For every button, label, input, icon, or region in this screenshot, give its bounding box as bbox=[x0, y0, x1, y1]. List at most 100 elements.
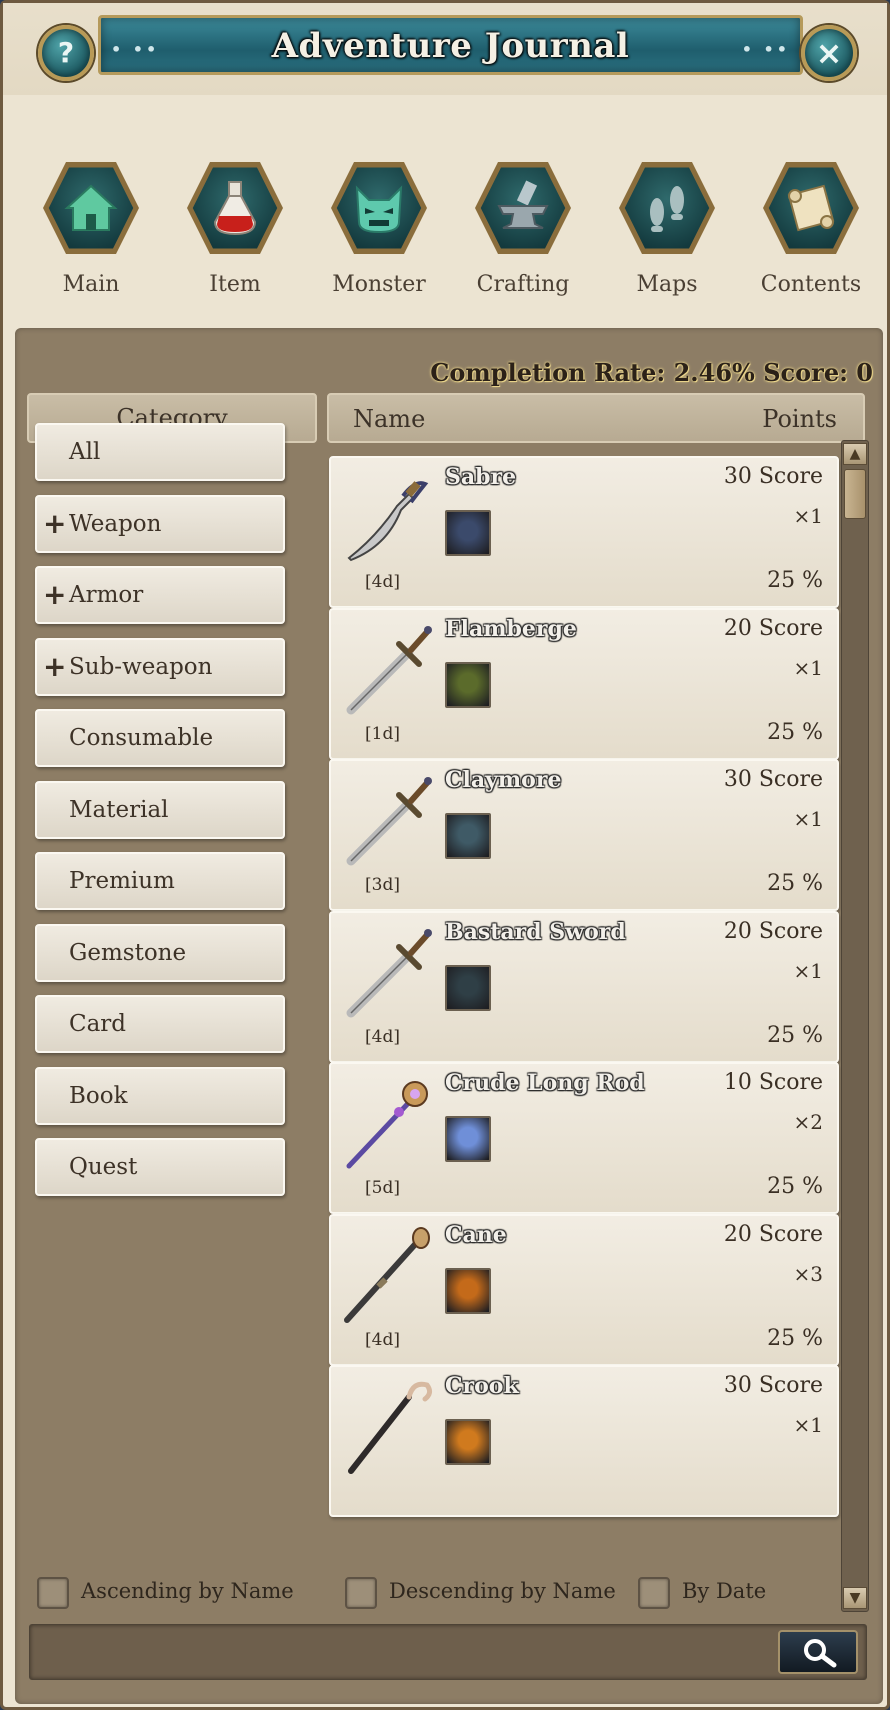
category-label: Book bbox=[69, 1082, 128, 1109]
expand-plus-icon[interactable]: + bbox=[43, 497, 66, 551]
item-score: 30 Score bbox=[723, 767, 823, 792]
sort-descending-label: Descending by Name bbox=[389, 1579, 616, 1603]
category-button-quest[interactable]: Quest bbox=[35, 1138, 285, 1196]
category-button-card[interactable]: Card bbox=[35, 995, 285, 1053]
nav-label: Contents bbox=[760, 272, 862, 297]
help-button[interactable]: ? bbox=[38, 25, 94, 81]
nav-hex-frame bbox=[331, 162, 427, 254]
anvil-icon bbox=[497, 180, 549, 229]
sword-weapon-icon bbox=[337, 921, 437, 1021]
item-card[interactable]: Claymore 30 Score ×1 [3d] 25 % bbox=[329, 759, 839, 911]
item-name: Bastard Sword bbox=[445, 918, 626, 945]
item-quantity: ×2 bbox=[793, 1110, 823, 1134]
category-label: Material bbox=[69, 796, 169, 823]
nav-monster[interactable]: Monster bbox=[319, 158, 439, 297]
nav-hex-frame bbox=[187, 162, 283, 254]
search-bar bbox=[29, 1624, 867, 1680]
item-name: Sabre bbox=[445, 464, 517, 490]
nav-hex-frame bbox=[763, 162, 859, 254]
category-button-all[interactable]: All bbox=[35, 423, 285, 481]
scroll-up-button[interactable]: ▲ bbox=[843, 443, 867, 465]
monster-portrait-icon[interactable] bbox=[445, 510, 491, 556]
item-quantity: ×1 bbox=[793, 655, 823, 680]
item-quantity: ×3 bbox=[793, 1261, 823, 1286]
sort-by-date-label: By Date bbox=[682, 1579, 767, 1603]
category-button-material[interactable]: Material bbox=[35, 780, 285, 839]
category-button-gemstone[interactable]: Gemstone bbox=[35, 923, 285, 982]
monster-portrait-icon[interactable] bbox=[445, 964, 491, 1011]
nav-hex-frame bbox=[475, 162, 571, 254]
category-label: Armor bbox=[69, 582, 144, 608]
footprints-icon bbox=[650, 186, 684, 232]
nav-item[interactable]: Item bbox=[175, 158, 295, 297]
category-label: Premium bbox=[69, 868, 175, 894]
name-column-header[interactable]: Name bbox=[353, 405, 425, 433]
sword-weapon-icon bbox=[337, 618, 437, 718]
category-label: Weapon bbox=[69, 510, 162, 537]
search-button[interactable] bbox=[778, 1630, 858, 1674]
item-score: 30 Score bbox=[723, 1373, 823, 1398]
item-score: 20 Score bbox=[723, 615, 823, 641]
search-input[interactable] bbox=[36, 1631, 796, 1673]
item-score: 30 Score bbox=[723, 464, 823, 489]
item-duration: [4d] bbox=[365, 1329, 400, 1350]
category-button-sub-weapon[interactable]: + Sub-weapon bbox=[35, 637, 285, 696]
sort-by-date-checkbox[interactable] bbox=[638, 1577, 670, 1609]
journal-panel: Completion Rate: 2.46% Score: 0 Category… bbox=[15, 328, 883, 1704]
nav-main[interactable]: Main bbox=[31, 158, 151, 297]
sabre-weapon-icon bbox=[337, 466, 437, 566]
sword-weapon-icon bbox=[337, 769, 437, 869]
nav-label: Monster bbox=[332, 272, 426, 297]
nav-hex-frame bbox=[619, 162, 715, 254]
completion-stats: Completion Rate: 2.46% Score: 0 bbox=[430, 358, 873, 387]
item-list: Sabre 30 Score ×1 [4d] 25 % Flamberge 20 Score… bbox=[327, 456, 852, 1606]
monster-portrait-icon[interactable] bbox=[445, 813, 491, 859]
item-quantity: ×1 bbox=[793, 807, 823, 831]
item-duration: [4d] bbox=[365, 1026, 400, 1047]
close-button[interactable]: × bbox=[801, 25, 857, 81]
category-label: Card bbox=[69, 1011, 127, 1037]
item-drop-rate: 25 % bbox=[767, 1022, 823, 1048]
nav-maps[interactable]: Maps bbox=[607, 158, 727, 297]
item-card[interactable]: Flamberge 20 Score ×1 [1d] 25 % bbox=[329, 607, 839, 760]
nav-crafting[interactable]: Crafting bbox=[463, 158, 583, 297]
window-title: Adventure Journal bbox=[271, 26, 630, 66]
category-button-armor[interactable]: + Armor bbox=[35, 566, 285, 624]
item-card[interactable]: Crude Long Rod 10 Score ×2 [5d] 25 % bbox=[329, 1062, 839, 1214]
monster-portrait-icon[interactable] bbox=[445, 661, 491, 708]
category-label: All bbox=[69, 439, 101, 465]
title-banner[interactable]: • •• Adventure Journal • •• bbox=[98, 15, 803, 75]
item-quantity: ×1 bbox=[793, 1413, 823, 1437]
item-name: Claymore bbox=[445, 767, 562, 793]
category-button-weapon[interactable]: + Weapon bbox=[35, 494, 285, 553]
item-card[interactable]: Bastard Sword 20 Score ×1 [4d] 25 % bbox=[329, 910, 839, 1063]
item-name: Flamberge bbox=[445, 615, 577, 642]
potion-icon bbox=[213, 181, 257, 236]
points-column-header[interactable]: Points bbox=[762, 405, 837, 433]
scroll-thumb[interactable] bbox=[844, 469, 866, 519]
item-duration: [4d] bbox=[365, 572, 400, 592]
category-button-consumable[interactable]: Consumable bbox=[35, 709, 285, 767]
category-label: Quest bbox=[69, 1154, 138, 1180]
item-duration: [3d] bbox=[365, 875, 400, 895]
category-button-book[interactable]: Book bbox=[35, 1066, 285, 1125]
item-quantity: ×1 bbox=[793, 958, 823, 983]
category-label: Sub-weapon bbox=[69, 653, 213, 680]
item-card[interactable]: Sabre 30 Score ×1 [4d] 25 % bbox=[329, 456, 839, 608]
expand-plus-icon[interactable]: + bbox=[43, 640, 66, 694]
scroll-down-button[interactable]: ▼ bbox=[843, 1587, 867, 1609]
expand-plus-icon[interactable]: + bbox=[43, 568, 66, 622]
monster-portrait-icon[interactable] bbox=[445, 1116, 491, 1162]
item-score: 20 Score bbox=[723, 918, 823, 944]
search-icon bbox=[804, 1639, 837, 1668]
list-scrollbar[interactable]: ▲ ▼ bbox=[841, 440, 869, 1612]
sort-descending-checkbox[interactable] bbox=[345, 1577, 377, 1609]
monster-portrait-icon[interactable] bbox=[445, 1267, 491, 1314]
item-card[interactable]: Cane 20 Score ×3 [4d] 25 % bbox=[329, 1213, 839, 1366]
monster-portrait-icon[interactable] bbox=[445, 1419, 491, 1465]
nav-contents[interactable]: Contents bbox=[751, 158, 871, 297]
item-drop-rate: 25 % bbox=[767, 871, 823, 896]
item-card[interactable]: Crook 30 Score ×1 bbox=[329, 1365, 839, 1517]
category-button-premium[interactable]: Premium bbox=[35, 852, 285, 910]
sort-ascending-checkbox[interactable] bbox=[37, 1577, 69, 1609]
